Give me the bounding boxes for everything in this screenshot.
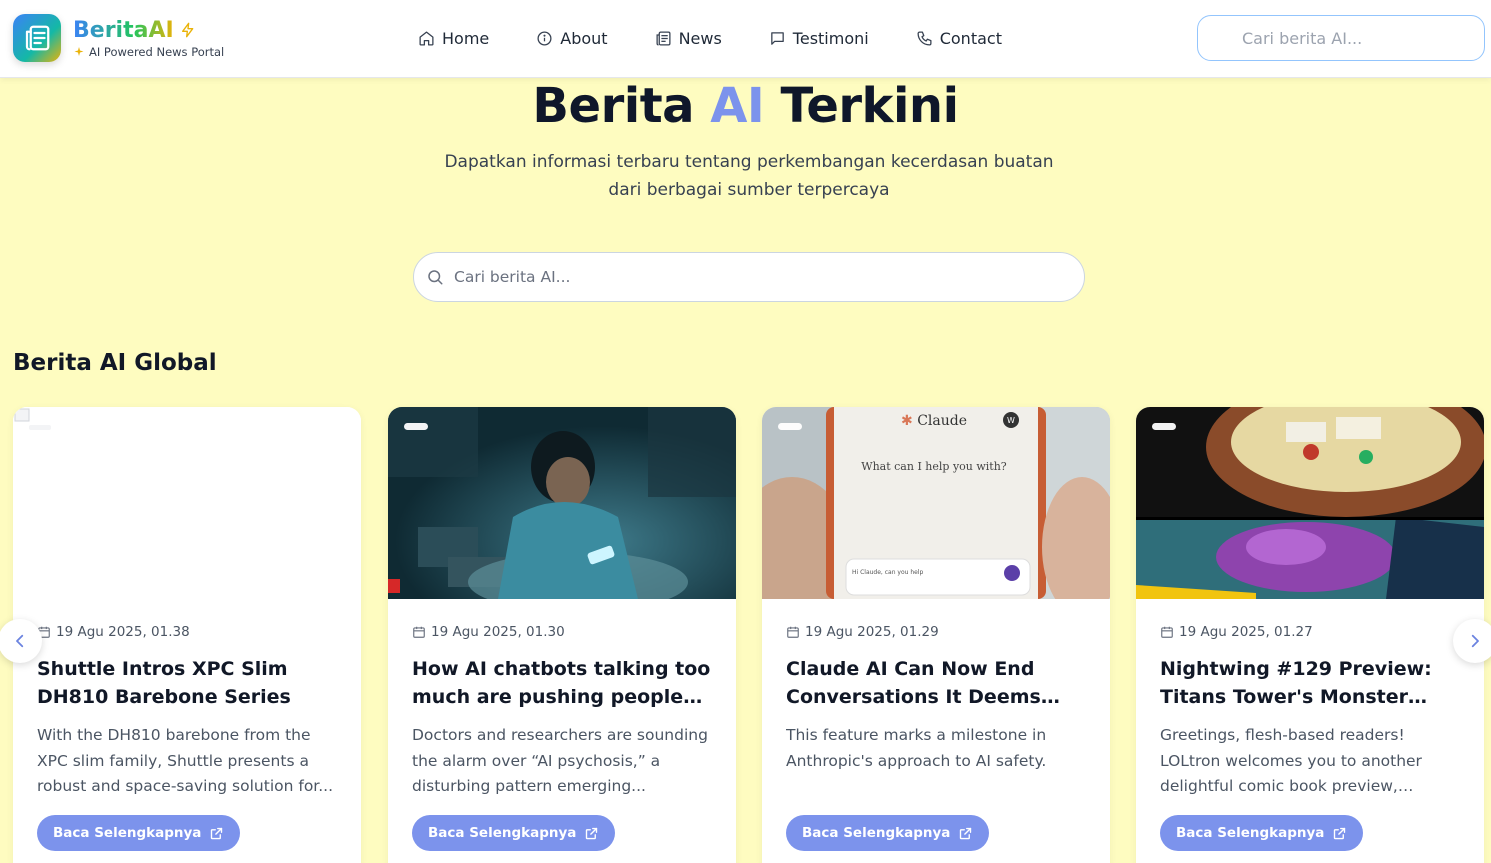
hero-search [413, 252, 1085, 302]
comic-panel-image [1136, 407, 1484, 599]
news-card[interactable]: 19 Agu 2025, 01.27 Nightwing #129 Previe… [1136, 407, 1484, 863]
card-date-text: 19 Agu 2025, 01.38 [56, 624, 190, 640]
carousel-prev-button[interactable] [0, 619, 42, 663]
carousel-next-button[interactable] [1453, 619, 1491, 663]
card-title[interactable]: Nightwing #129 Preview: Titans Tower's M… [1160, 655, 1465, 711]
hero-title-accent: AI [710, 78, 765, 134]
card-description: Greetings, flesh-based readers! LOLtron … [1160, 726, 1422, 795]
message-icon [770, 31, 784, 45]
card-date: 19 Agu 2025, 01.29 [786, 624, 939, 640]
claude-avatar-letter: W [1007, 416, 1015, 425]
hero-search-input[interactable] [413, 252, 1085, 302]
claude-prompt: What can I help you with? [861, 460, 1007, 473]
nav-home[interactable]: Home [418, 26, 489, 50]
claude-app-name-text: Claude [917, 413, 967, 429]
card-badge [404, 423, 428, 430]
hero-title-part1: Berita [532, 78, 711, 134]
external-link-icon [1334, 827, 1346, 839]
card-title[interactable]: How AI chatbots talking too much are pus… [412, 655, 717, 711]
card-date: 19 Agu 2025, 01.30 [412, 624, 565, 640]
news-card[interactable]: 19 Agu 2025, 01.30 How AI chatbots talki… [388, 407, 736, 863]
info-icon [537, 30, 552, 46]
header-search-input[interactable] [1197, 15, 1485, 61]
read-more-button[interactable]: Baca Selengkapnya [1160, 815, 1364, 851]
read-more-button[interactable]: Baca Selengkapnya [412, 815, 616, 851]
nav-testimoni[interactable]: Testimoni [769, 26, 869, 50]
brand-tagline: AI Powered News Portal [73, 45, 224, 59]
card-image [13, 407, 361, 599]
card-badge [1152, 423, 1176, 430]
brand-name[interactable]: BeritaAI [73, 18, 174, 43]
claude-app-name: ✱ Claude [901, 413, 967, 429]
nav-about[interactable]: About [536, 26, 608, 50]
card-image [388, 407, 736, 599]
main-nav: Home About News Testimoni Contact [418, 26, 1002, 50]
card-image: ✱ Claude W What can I help you with? Hi … [762, 407, 1110, 599]
card-date-text: 19 Agu 2025, 01.27 [1179, 624, 1313, 640]
hero-subtitle-line1: Dapatkan informasi terbaru tentang perke… [444, 152, 1054, 172]
card-title[interactable]: Claude AI Can Now End Conversations It D… [786, 655, 1091, 711]
read-more-label: Baca Selengkapnya [1176, 825, 1325, 841]
person-on-phone-photo [388, 407, 736, 599]
calendar-icon [413, 626, 425, 638]
external-link-icon [586, 827, 598, 839]
nav-testimoni-label: Testimoni [792, 28, 869, 48]
hero-subtitle-line2: dari berbagai sumber terpercaya [608, 180, 890, 200]
nav-about-label: About [560, 28, 608, 48]
read-more-label: Baca Selengkapnya [428, 825, 577, 841]
card-date: 19 Agu 2025, 01.27 [1160, 624, 1313, 640]
card-date-text: 19 Agu 2025, 01.29 [805, 624, 939, 640]
calendar-icon [787, 626, 799, 638]
hero-title-part2: Terkini [764, 78, 959, 134]
read-more-label: Baca Selengkapnya [53, 825, 202, 841]
logo-newspaper-icon[interactable] [13, 14, 61, 62]
card-image [1136, 407, 1484, 599]
read-more-button[interactable]: Baca Selengkapnya [37, 815, 241, 851]
news-card[interactable]: ✱ Claude W What can I help you with? Hi … [762, 407, 1110, 863]
phone-icon [917, 30, 932, 46]
nav-news[interactable]: News [655, 26, 722, 50]
read-more-button[interactable]: Baca Selengkapnya [786, 815, 990, 851]
brand-tagline-text: AI Powered News Portal [89, 45, 225, 59]
sparkle-icon [74, 47, 84, 56]
news-card[interactable]: 19 Agu 2025, 01.38 Shuttle Intros XPC Sl… [13, 407, 361, 863]
card-description: Doctors and researchers are sounding the… [412, 726, 708, 795]
hero-title: Berita AI Terkini [0, 78, 1491, 134]
claude-app-phone-photo: ✱ Claude W What can I help you with? Hi … [762, 407, 1110, 599]
lightning-icon [182, 22, 194, 38]
calendar-icon [1161, 626, 1173, 638]
card-title[interactable]: Shuttle Intros XPC Slim DH810 Barebone S… [37, 655, 342, 711]
card-date-text: 19 Agu 2025, 01.30 [431, 624, 565, 640]
nav-contact[interactable]: Contact [916, 26, 1002, 50]
newspaper-icon [656, 30, 671, 46]
card-badge [778, 423, 802, 430]
home-icon [419, 30, 434, 46]
card-description: With the DH810 barebone from the XPC sli… [37, 726, 334, 795]
nav-news-label: News [678, 28, 722, 48]
site-header: BeritaAI AI Powered News Portal Home Abo… [0, 0, 1491, 78]
chevron-left-icon [16, 634, 24, 648]
external-link-icon [960, 827, 972, 839]
external-link-icon [211, 827, 223, 839]
nav-contact-label: Contact [939, 28, 1002, 48]
read-more-label: Baca Selengkapnya [802, 825, 951, 841]
chevron-right-icon [1471, 634, 1479, 648]
nav-home-label: Home [442, 28, 490, 48]
section-title: Berita AI Global [13, 350, 217, 376]
card-description: This feature marks a milestone in Anthro… [786, 726, 1047, 770]
broken-image-icon [14, 408, 51, 430]
card-date: 19 Agu 2025, 01.38 [37, 624, 190, 640]
search-icon [428, 270, 443, 285]
hero-subtitle: Dapatkan informasi terbaru tentang perke… [395, 148, 1103, 204]
claude-input-text: Hi Claude, can you help [852, 569, 924, 576]
